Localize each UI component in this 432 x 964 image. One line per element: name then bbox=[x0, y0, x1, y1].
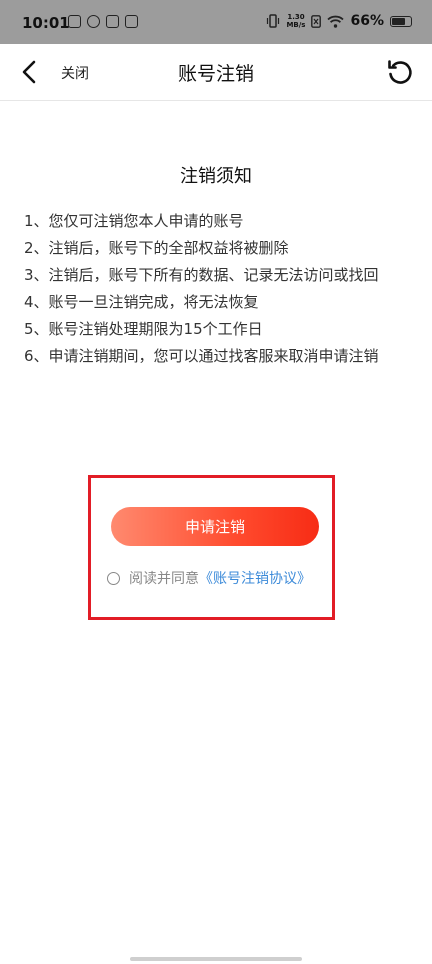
status-right: 1.30 MB/s 66% bbox=[266, 13, 412, 29]
notification-icons bbox=[68, 15, 138, 28]
agree-radio[interactable] bbox=[107, 571, 120, 585]
home-indicator[interactable] bbox=[130, 957, 302, 961]
tiktok-icon bbox=[106, 15, 119, 28]
wifi-icon bbox=[327, 15, 345, 28]
notice-item: 6、申请注销期间，您可以通过找客服来取消申请注销 bbox=[24, 347, 379, 365]
status-bar: 10:01 1.30 MB/s 66% bbox=[0, 0, 432, 44]
mail-icon bbox=[125, 15, 138, 28]
sim-icon bbox=[311, 14, 322, 28]
app-icon bbox=[87, 15, 100, 28]
apply-cancellation-button[interactable]: 申请注销 bbox=[111, 507, 319, 546]
speed-unit: MB/s bbox=[286, 21, 306, 29]
notice-item: 2、注销后，账号下的全部权益将被删除 bbox=[24, 239, 289, 257]
speed-value: 1.30 bbox=[287, 13, 305, 21]
vibrate-icon bbox=[267, 14, 280, 28]
battery-percent: 66% bbox=[350, 13, 384, 29]
notice-list: 1、您仅可注销您本人申请的账号 2、注销后，账号下的全部权益将被删除 3、注销后… bbox=[24, 208, 379, 370]
network-speed: 1.30 MB/s bbox=[286, 13, 305, 29]
notice-title: 注销须知 bbox=[180, 166, 252, 187]
status-time: 10:01 bbox=[22, 14, 70, 32]
notice-item: 4、账号一旦注销完成，将无法恢复 bbox=[24, 293, 259, 311]
notice-item: 1、您仅可注销您本人申请的账号 bbox=[24, 212, 244, 230]
agreement-link[interactable]: 《账号注销协议》 bbox=[199, 568, 311, 588]
notice-item: 5、账号注销处理期限为15个工作日 bbox=[24, 320, 263, 338]
nav-bar: 关闭 账号注销 bbox=[0, 44, 432, 101]
agreement-row: 阅读并同意 《账号注销协议》 bbox=[107, 568, 311, 588]
highlight-box bbox=[88, 475, 335, 620]
page-title: 账号注销 bbox=[177, 63, 254, 85]
notice-item: 3、注销后，账号下所有的数据、记录无法访问或找回 bbox=[24, 266, 379, 284]
agree-text: 阅读并同意 bbox=[129, 571, 199, 587]
refresh-icon[interactable] bbox=[384, 56, 416, 88]
message-icon bbox=[68, 15, 81, 28]
battery-icon bbox=[390, 15, 412, 27]
